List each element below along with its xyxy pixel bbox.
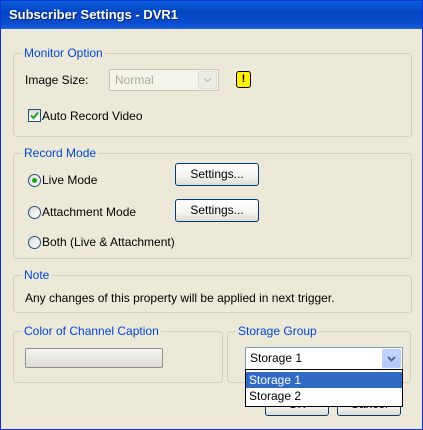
monitor-option-group: Monitor Option [13,46,412,137]
record-mode-legend: Record Mode [22,146,99,160]
storage-group-legend: Storage Group [236,324,319,338]
chevron-down-icon[interactable] [382,349,401,368]
checkbox-checked-icon [30,111,39,120]
color-caption-legend: Color of Channel Caption [22,324,161,338]
attachment-mode-label[interactable]: Attachment Mode [42,205,136,219]
storage-group-select[interactable]: Storage 1 [245,347,403,370]
image-size-select[interactable]: Normal [109,69,219,91]
storage-group-value: Storage 1 [250,351,303,365]
dropdown-option-storage-2[interactable]: Storage 2 [246,388,402,404]
both-mode-radio[interactable] [28,236,41,249]
attachment-mode-radio[interactable] [28,206,41,219]
subscriber-settings-dialog: Subscriber Settings - DVR1 Monitor Optio… [0,0,423,430]
image-size-label: Image Size: [25,73,89,87]
monitor-option-legend: Monitor Option [22,46,105,60]
live-mode-label[interactable]: Live Mode [42,173,97,187]
live-mode-radio[interactable] [28,174,41,187]
note-legend: Note [22,268,52,282]
title-bar[interactable]: Subscriber Settings - DVR1 [1,1,422,29]
auto-record-checkbox[interactable] [28,109,41,122]
dropdown-option-storage-1[interactable]: Storage 1 [246,372,402,388]
image-size-value: Normal [115,73,154,87]
auto-record-label[interactable]: Auto Record Video [42,109,143,123]
attachment-mode-settings-button[interactable]: Settings... [175,199,259,222]
radio-selected-dot [32,178,37,183]
caption-color-button[interactable] [25,348,163,368]
both-mode-label[interactable]: Both (Live & Attachment) [42,235,175,249]
live-mode-settings-button[interactable]: Settings... [175,163,259,186]
warning-icon[interactable]: ! [236,71,251,88]
note-text: Any changes of this property will be app… [25,291,335,305]
window-title: Subscriber Settings - DVR1 [9,7,179,22]
chevron-down-icon [198,71,217,89]
storage-group-dropdown-list[interactable]: Storage 1 Storage 2 [245,369,403,407]
